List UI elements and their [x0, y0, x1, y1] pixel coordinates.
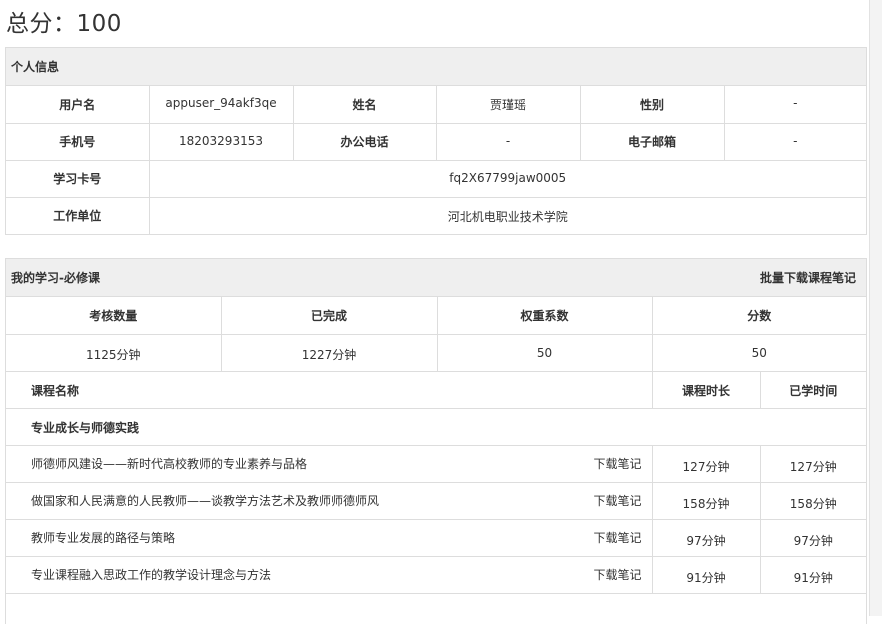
- gender-label: 性别: [579, 86, 724, 123]
- course-row: 下载笔记 教师专业发展的路径与策略 97分钟 97分钟: [6, 519, 866, 557]
- course-name-cell: 下载笔记 专业课程融入思政工作的教学设计理念与方法: [6, 556, 652, 594]
- username-value: appuser_94akf3qe: [148, 86, 293, 123]
- page-scrollbar[interactable]: [869, 0, 882, 616]
- email-label: 电子邮箱: [579, 122, 724, 160]
- course-header-row: 课程名称 课程时长 已学时间: [6, 371, 866, 409]
- summary-value-row: 1125分钟 1227分钟 50 50: [6, 333, 866, 371]
- course-row: 下载笔记 师德师风建设——新时代高校教师的专业素养与品格 127分钟 127分钟: [6, 445, 866, 483]
- study-summary-table: 考核数量 已完成 权重系数 分数 1125分钟 1227分钟 50 50: [6, 297, 866, 371]
- course-name: 教师专业发展的路径与策略: [31, 531, 176, 545]
- course-name: 师德师风建设——新时代高校教师的专业素养与品格: [31, 457, 308, 471]
- course-name-cell: 下载笔记 师德师风建设——新时代高校教师的专业素养与品格: [6, 445, 652, 483]
- summary-header: 已完成: [220, 297, 437, 334]
- course-duration: 97分钟: [651, 519, 760, 557]
- unit-label: 工作单位: [6, 196, 149, 234]
- personal-info-title: 个人信息: [11, 60, 60, 74]
- category-title: 专业成长与师德实践: [6, 408, 866, 446]
- summary-header: 权重系数: [436, 297, 652, 334]
- course-row: 下载笔记 专业课程融入思政工作的教学设计理念与方法 91分钟 91分钟: [6, 556, 866, 594]
- course-name-header: 课程名称: [31, 383, 80, 398]
- course-learned: 158分钟: [759, 482, 866, 520]
- name-value: 贾瑾瑶: [435, 86, 580, 123]
- phone-label: 手机号: [6, 122, 149, 160]
- completed-quantity: 1227分钟: [220, 333, 437, 371]
- personal-info-header: 个人信息: [6, 48, 866, 86]
- username-label: 用户名: [59, 97, 96, 112]
- course-duration: 91分钟: [651, 556, 760, 594]
- category-row-partial: [6, 593, 866, 624]
- personal-info-table: 用户名 appuser_94akf3qe 姓名 贾瑾瑶 性别 - 手机号 182…: [6, 86, 866, 234]
- next-category-cell: [6, 593, 866, 624]
- download-notes-button[interactable]: 下载笔记: [593, 455, 641, 472]
- card-value: fq2X67799jaw0005: [148, 159, 866, 197]
- course-learned: 127分钟: [759, 445, 866, 483]
- study-header: 我的学习-必修课 批量下载课程笔记: [6, 259, 866, 297]
- office-phone-value: -: [435, 122, 580, 160]
- course-table: 课程名称 课程时长 已学时间 专业成长与师德实践 下载笔记 师德师风建设——新时…: [6, 371, 866, 624]
- score-value: 50: [651, 333, 866, 371]
- name-label: 姓名: [292, 86, 436, 123]
- personal-info-panel: 个人信息 用户名 appuser_94akf3qe 姓名 贾瑾瑶 性别 - 手机…: [5, 47, 867, 235]
- category-row: 专业成长与师德实践: [6, 408, 866, 446]
- unit-value: 河北机电职业技术学院: [148, 196, 866, 234]
- course-name-cell: 下载笔记 做国家和人民满意的人民教师——谈教学方法艺术及教师师德师风: [6, 482, 652, 520]
- download-notes-button[interactable]: 下载笔记: [593, 529, 641, 546]
- course-learned: 97分钟: [759, 519, 866, 557]
- weight-coefficient: 50: [436, 333, 652, 371]
- summary-header-row: 考核数量 已完成 权重系数 分数: [6, 297, 866, 334]
- download-notes-button[interactable]: 下载笔记: [593, 566, 641, 583]
- summary-header: 分数: [651, 297, 866, 334]
- personal-row: 学习卡号 fq2X67799jaw0005: [6, 159, 866, 197]
- course-learned: 91分钟: [759, 556, 866, 594]
- personal-row: 工作单位 河北机电职业技术学院: [6, 196, 866, 234]
- phone-value: 18203293153: [148, 122, 293, 160]
- email-value: -: [723, 122, 866, 160]
- office-phone-label: 办公电话: [292, 122, 436, 160]
- course-name-cell: 下载笔记 教师专业发展的路径与策略: [6, 519, 652, 557]
- course-duration-header: 课程时长: [651, 371, 760, 409]
- gender-value: -: [723, 86, 866, 123]
- total-score: 总分：100: [6, 11, 122, 37]
- study-title: 我的学习-必修课: [11, 271, 100, 285]
- course-learned-header: 已学时间: [759, 371, 866, 409]
- course-row: 下载笔记 做国家和人民满意的人民教师——谈教学方法艺术及教师师德师风 158分钟…: [6, 482, 866, 520]
- assessment-quantity: 1125分钟: [6, 333, 221, 371]
- course-name: 做国家和人民满意的人民教师——谈教学方法艺术及教师师德师风: [31, 494, 380, 508]
- course-name: 专业课程融入思政工作的教学设计理念与方法: [31, 568, 272, 582]
- course-duration: 127分钟: [651, 445, 760, 483]
- download-notes-button[interactable]: 下载笔记: [593, 492, 641, 509]
- study-panel: 我的学习-必修课 批量下载课程笔记 考核数量 已完成 权重系数 分数 1125分…: [5, 258, 867, 624]
- batch-download-notes-link[interactable]: 批量下载课程笔记: [760, 269, 856, 286]
- card-label: 学习卡号: [6, 159, 149, 197]
- personal-row: 用户名 appuser_94akf3qe 姓名 贾瑾瑶 性别 -: [6, 86, 866, 123]
- personal-row: 手机号 18203293153 办公电话 - 电子邮箱 -: [6, 122, 866, 160]
- course-duration: 158分钟: [651, 482, 760, 520]
- summary-header: 考核数量: [89, 308, 138, 323]
